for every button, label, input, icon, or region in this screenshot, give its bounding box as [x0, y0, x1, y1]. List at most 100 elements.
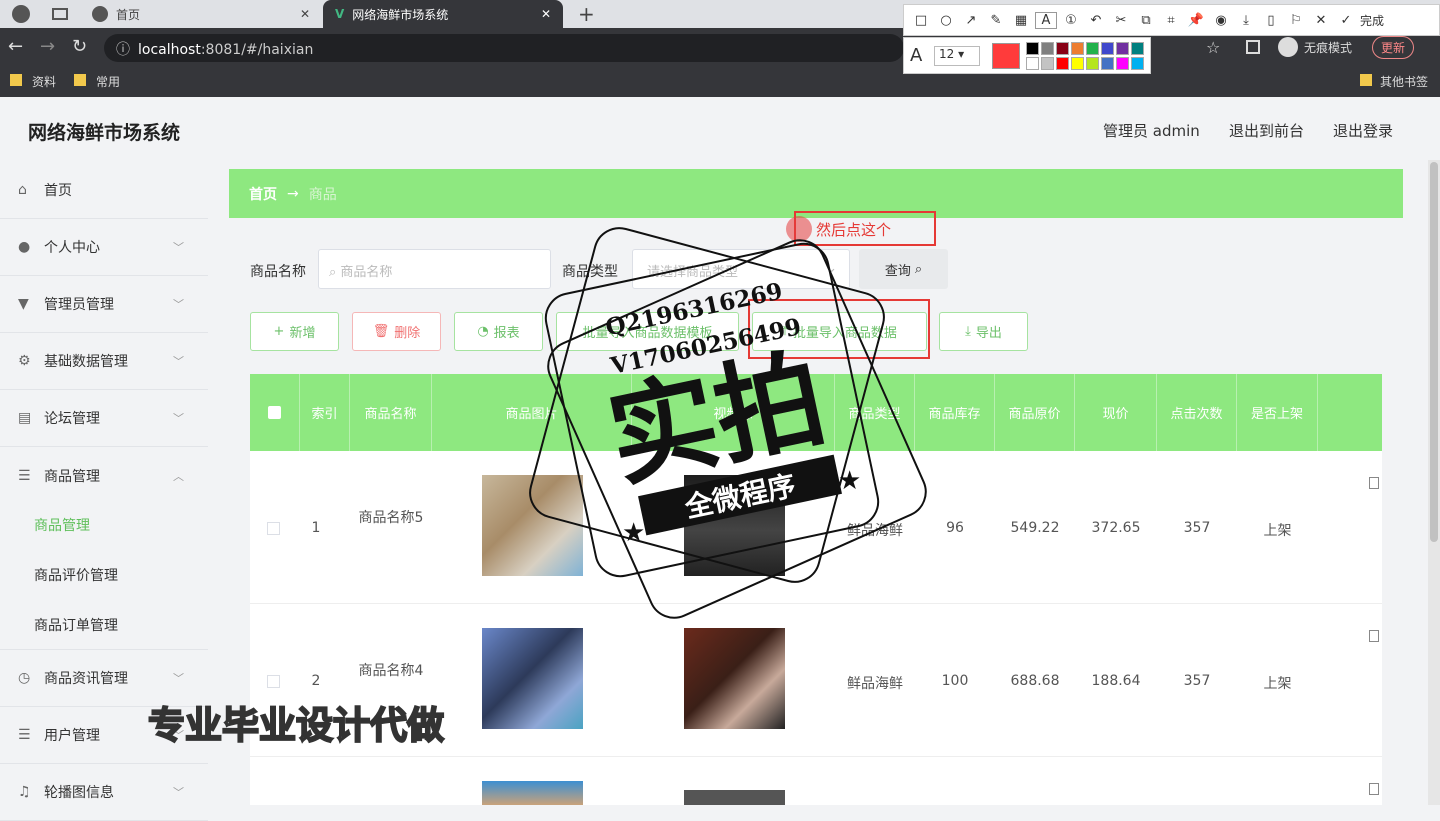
sidebar-sub-goods[interactable]: 商品管理	[34, 515, 90, 535]
ocr-icon[interactable]: ⌗	[1160, 13, 1182, 28]
export-button[interactable]: ⤓ 导出	[939, 312, 1028, 351]
sidebar-item-label: 商品管理	[44, 468, 100, 485]
vue-logo-icon: V	[335, 7, 345, 21]
font-size-select[interactable]: 12 ▾	[934, 46, 980, 66]
color-swatch[interactable]	[1071, 42, 1084, 55]
color-swatch[interactable]	[1041, 57, 1054, 70]
breadcrumb-arrow: →	[287, 185, 299, 202]
document-icon[interactable]	[1369, 783, 1379, 795]
sidebar-item-basic-data[interactable]: ⚙ 基础数据管理 ﹀	[0, 333, 208, 390]
tab-home[interactable]: 首页 ✕	[82, 0, 322, 28]
video-thumbnail[interactable]	[684, 790, 785, 805]
column-header[interactable]: 索引	[300, 374, 350, 451]
sidebar-sub-orders[interactable]: 商品订单管理	[34, 615, 118, 635]
color-swatch[interactable]	[1116, 42, 1129, 55]
breadcrumb-home[interactable]: 首页	[249, 184, 277, 204]
color-swatch[interactable]	[1026, 57, 1039, 70]
color-swatch[interactable]	[1026, 42, 1039, 55]
folder-icon	[10, 74, 22, 86]
arrow-tool-icon[interactable]: ↗	[960, 13, 982, 28]
cell-index: 2	[311, 673, 321, 689]
column-header[interactable]: 商品名称	[350, 374, 432, 451]
column-header[interactable]: 是否上架	[1237, 374, 1318, 451]
pin-icon[interactable]: 📌	[1185, 13, 1207, 28]
color-swatch[interactable]	[1071, 57, 1084, 70]
logout-link[interactable]: 退出登录	[1333, 120, 1393, 141]
active-color-swatch[interactable]	[992, 43, 1020, 69]
tab-app[interactable]: V 网络海鲜市场系统 ✕	[323, 0, 563, 28]
color-swatch[interactable]	[1101, 57, 1114, 70]
bookmark-icon[interactable]: ⚐	[1285, 13, 1307, 28]
sidebar-item-profile[interactable]: ● 个人中心 ﹀	[0, 219, 208, 276]
delete-button[interactable]: 🗑 删除	[352, 312, 441, 351]
rect-tool-icon[interactable]: □	[910, 13, 932, 28]
scrollbar-thumb[interactable]	[1430, 162, 1438, 542]
pen-tool-icon[interactable]: ✎	[985, 13, 1007, 28]
color-swatch[interactable]	[1056, 42, 1069, 55]
sidebar-item-label: 首页	[44, 183, 72, 199]
select-all-checkbox[interactable]	[250, 374, 300, 451]
number-tool-icon[interactable]: ①	[1060, 13, 1082, 28]
sidepanel-icon[interactable]	[1246, 40, 1260, 54]
mosaic-tool-icon[interactable]: ▦	[1010, 13, 1032, 28]
sidebar-item-admin[interactable]: ▼ 管理员管理 ﹀	[0, 276, 208, 333]
document-icon[interactable]	[1369, 477, 1379, 489]
add-button[interactable]: + 新增	[250, 312, 339, 351]
sidebar-item-forum[interactable]: ▤ 论坛管理 ﹀	[0, 390, 208, 447]
update-button[interactable]: 更新	[1372, 36, 1415, 59]
column-header[interactable]: 现价	[1075, 374, 1157, 451]
sidebar-item-carousel[interactable]: ♫ 轮播图信息 ﹀	[0, 764, 208, 821]
back-icon[interactable]: ←	[8, 36, 23, 57]
window-icon[interactable]	[52, 8, 68, 20]
row-checkbox[interactable]	[267, 675, 280, 688]
check-icon[interactable]: ✓	[1335, 13, 1357, 28]
browser-menu-icon[interactable]	[12, 5, 30, 23]
color-swatch[interactable]	[1086, 42, 1099, 55]
watermark-bottom: 专业毕业设计代做	[147, 703, 445, 748]
cancel-icon[interactable]: ✕	[1310, 13, 1332, 28]
download-icon[interactable]: ⤓	[1235, 13, 1257, 28]
done-label[interactable]: 完成	[1360, 12, 1384, 29]
phone-icon[interactable]: ▯	[1260, 13, 1282, 28]
close-icon[interactable]: ✕	[541, 7, 551, 21]
scissors-icon[interactable]: ✂	[1110, 13, 1132, 28]
search-name-input[interactable]: ⌕ 商品名称	[318, 249, 551, 289]
sidebar-sub-reviews[interactable]: 商品评价管理	[34, 565, 118, 585]
new-tab-button[interactable]: +	[578, 2, 595, 26]
color-swatch[interactable]	[1086, 57, 1099, 70]
color-swatch[interactable]	[1056, 57, 1069, 70]
text-tool-icon[interactable]: A	[1035, 11, 1057, 29]
column-header[interactable]: 点击次数	[1157, 374, 1237, 451]
other-bookmarks[interactable]: 其他书签	[1380, 73, 1428, 90]
video-thumbnail[interactable]	[684, 628, 785, 729]
sidebar-item-goods[interactable]: ☰ 商品管理 ︿	[0, 447, 208, 504]
color-swatch[interactable]	[1116, 57, 1129, 70]
product-image	[482, 781, 583, 805]
bookmark-folder[interactable]: 资料	[32, 73, 56, 90]
close-icon[interactable]: ✕	[300, 7, 310, 21]
color-swatch[interactable]	[1131, 42, 1144, 55]
ellipse-tool-icon[interactable]: ○	[935, 13, 957, 28]
column-header[interactable]: 商品库存	[915, 374, 995, 451]
url-input[interactable]: ⓘ localhost:8081/#/haixian	[104, 34, 904, 62]
color-swatch[interactable]	[1101, 42, 1114, 55]
star-icon[interactable]: ☆	[1206, 38, 1220, 57]
to-front-link[interactable]: 退出到前台	[1229, 120, 1304, 141]
scrollbar[interactable]	[1428, 160, 1440, 805]
record-icon[interactable]: ◉	[1210, 13, 1232, 28]
report-button[interactable]: ◔ 报表	[454, 312, 543, 351]
forward-icon[interactable]: →	[40, 36, 55, 57]
query-button[interactable]: 查询 ⌕	[859, 249, 948, 289]
export-label: 导出	[975, 326, 1002, 341]
sidebar-item-home[interactable]: ⌂ 首页	[0, 162, 208, 219]
row-checkbox[interactable]	[267, 522, 280, 535]
reload-icon[interactable]: ↻	[72, 36, 87, 57]
translate-icon[interactable]: ⧉	[1135, 13, 1157, 28]
document-icon[interactable]	[1369, 630, 1379, 642]
color-swatch[interactable]	[1041, 42, 1054, 55]
column-header[interactable]: 商品原价	[995, 374, 1075, 451]
bookmark-folder[interactable]: 常用	[96, 73, 120, 90]
color-swatch[interactable]	[1131, 57, 1144, 70]
app-header: 网络海鲜市场系统 管理员 admin 退出到前台 退出登录	[0, 98, 1440, 162]
undo-icon[interactable]: ↶	[1085, 13, 1107, 28]
